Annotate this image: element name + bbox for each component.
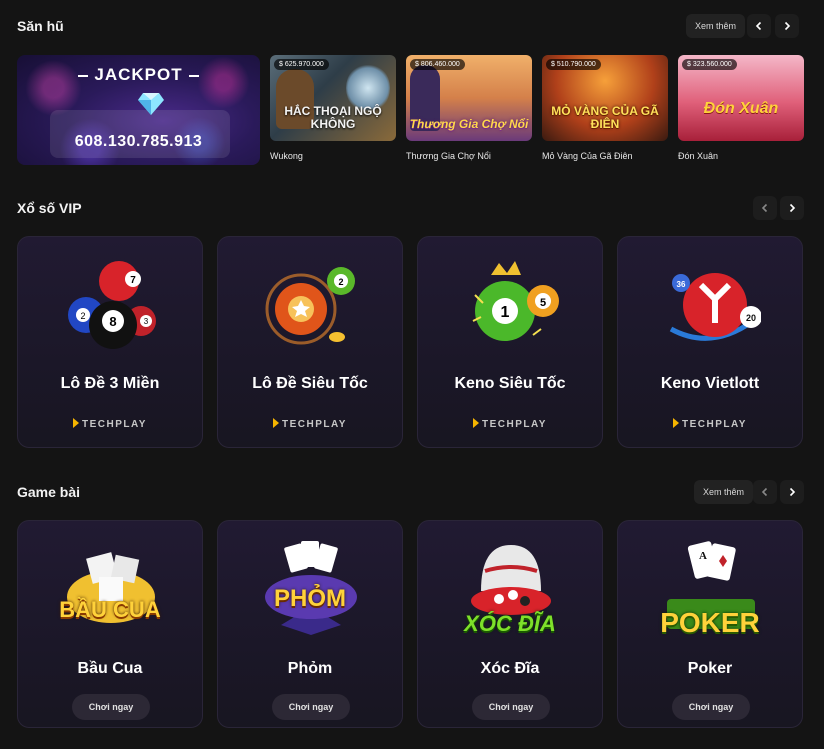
game-title: Keno Vietlott <box>660 375 760 392</box>
slot-card-thuong-gia[interactable]: $ 806.460.000 Thương Gia Chợ Nổi Thương … <box>406 55 532 161</box>
card-game-poker[interactable]: A POKER Poker Chơi ngay <box>617 520 803 728</box>
provider-logo: TECHPLAY <box>218 418 402 430</box>
cards-prev-button[interactable] <box>753 480 777 504</box>
jackpot-section-title: Săn hũ <box>17 18 64 34</box>
svg-text:7: 7 <box>130 275 136 286</box>
game-art-title: PHỎM <box>274 585 346 612</box>
game-art-title: XÓC ĐĨA <box>464 611 556 636</box>
chevron-left-icon <box>755 21 762 31</box>
slot-jackpot-amount: $ 510.790.000 <box>546 59 601 70</box>
svg-text:8: 8 <box>109 314 116 329</box>
diamond-icon <box>138 93 164 115</box>
play-now-button[interactable]: Chơi ngay <box>72 694 150 720</box>
game-art-title: POKER <box>660 607 760 638</box>
lottery-card-keno-sieu-toc[interactable]: 1 5 Keno Siêu Tốc TECHPLAY <box>417 236 603 448</box>
svg-text:5: 5 <box>540 297 546 309</box>
slot-name: Wukong <box>270 151 303 161</box>
svg-text:2: 2 <box>338 277 343 287</box>
slot-jackpot-amount: $ 323.560.000 <box>682 59 737 70</box>
svg-text:A: A <box>699 550 707 562</box>
svg-text:36: 36 <box>677 280 686 289</box>
slot-card-wukong[interactable]: $ 625.970.000 HẮC THOẠI NGỘ KHÔNG Wukong <box>270 55 396 161</box>
jackpot-prev-button[interactable] <box>747 14 771 38</box>
game-title: Xóc Đĩa <box>480 660 540 677</box>
jackpot-next-button[interactable] <box>775 14 799 38</box>
lottery-prev-button[interactable] <box>753 196 777 220</box>
lottery-section-title: Xổ số VIP <box>17 200 82 216</box>
svg-text:3: 3 <box>144 317 149 326</box>
card-game-phom[interactable]: PHỎM Phỏm Chơi ngay <box>217 520 403 728</box>
lottery-next-button[interactable] <box>780 196 804 220</box>
slot-art-title: HẮC THOẠI NGỘ KHÔNG <box>284 104 382 131</box>
jackpot-amount: 608.130.785.913 <box>74 133 203 150</box>
play-now-button[interactable]: Chơi ngay <box>672 694 750 720</box>
cards-see-more-button[interactable]: Xem thêm <box>694 480 754 504</box>
jackpot-see-more-button[interactable]: Xem thêm <box>686 14 746 38</box>
play-now-button[interactable]: Chơi ngay <box>472 694 550 720</box>
slot-art-title: Thương Gia Chợ Nổi <box>409 117 529 131</box>
game-title: Poker <box>687 660 733 677</box>
cards-next-button[interactable] <box>780 480 804 504</box>
slot-jackpot-amount: $ 625.970.000 <box>274 59 329 70</box>
chevron-left-icon <box>761 203 768 213</box>
game-title: Bầu Cua <box>77 660 143 677</box>
billiard-balls-icon: 7 2 3 8 <box>68 261 156 349</box>
jackpot-banner[interactable]: JACKPOT 608.130.785.913 <box>17 55 260 165</box>
card-game-bau-cua[interactable]: BẦU CUA Bầu Cua Chơi ngay <box>17 520 203 728</box>
chevron-right-icon <box>784 21 791 31</box>
svg-text:20: 20 <box>746 313 756 323</box>
game-art-title: BẦU CUA <box>59 597 161 622</box>
keno-balls-icon: 1 5 <box>472 261 559 341</box>
lottery-card-keno-vietlott[interactable]: 36 20 Keno Vietlott TECHPLAY <box>617 236 803 448</box>
svg-text:2: 2 <box>80 311 85 321</box>
game-title: Lô Đề 3 Miền <box>60 375 160 392</box>
slot-name: Đón Xuân <box>678 151 719 161</box>
game-title: Keno Siêu Tốc <box>454 375 566 392</box>
slot-card-mo-vang[interactable]: $ 510.790.000 MỎ VÀNG CỦA GÃ ĐIÊN Mỏ Vàn… <box>542 55 668 161</box>
card-game-xoc-dia[interactable]: XÓC ĐĨA Xóc Đĩa Chơi ngay <box>417 520 603 728</box>
game-title: Lô Đề Siêu Tốc <box>252 375 368 392</box>
slot-jackpot-amount: $ 806.460.000 <box>410 59 465 70</box>
game-title: Phỏm <box>287 660 333 677</box>
slot-name: Mỏ Vàng Của Gã Điên <box>542 151 633 161</box>
provider-logo: TECHPLAY <box>618 418 802 430</box>
cards-section-title: Game bài <box>17 484 81 500</box>
lottery-card-lo-de-3-mien[interactable]: 7 2 3 8 Lô Đề 3 Miền TECHPLAY <box>17 236 203 448</box>
chevron-left-icon <box>761 487 768 497</box>
chevron-right-icon <box>789 203 796 213</box>
play-now-button[interactable]: Chơi ngay <box>272 694 350 720</box>
slot-name: Thương Gia Chợ Nổi <box>406 151 491 161</box>
provider-logo: TECHPLAY <box>18 418 202 430</box>
lottery-ball-icon: 2 <box>265 267 355 345</box>
slot-art-title: MỎ VÀNG CỦA GÃ ĐIÊN <box>551 104 659 131</box>
slot-art-title: Đón Xuân <box>703 100 779 117</box>
chevron-right-icon <box>789 487 796 497</box>
provider-logo: TECHPLAY <box>418 418 602 430</box>
keno-ball-icon: 36 20 <box>669 273 761 341</box>
slot-card-don-xuan[interactable]: $ 323.560.000 Đón Xuân Đón Xuân <box>678 55 804 161</box>
svg-text:1: 1 <box>501 304 510 321</box>
jackpot-label: JACKPOT <box>17 65 260 85</box>
lottery-card-lo-de-sieu-toc[interactable]: 2 Lô Đề Siêu Tốc TECHPLAY <box>217 236 403 448</box>
